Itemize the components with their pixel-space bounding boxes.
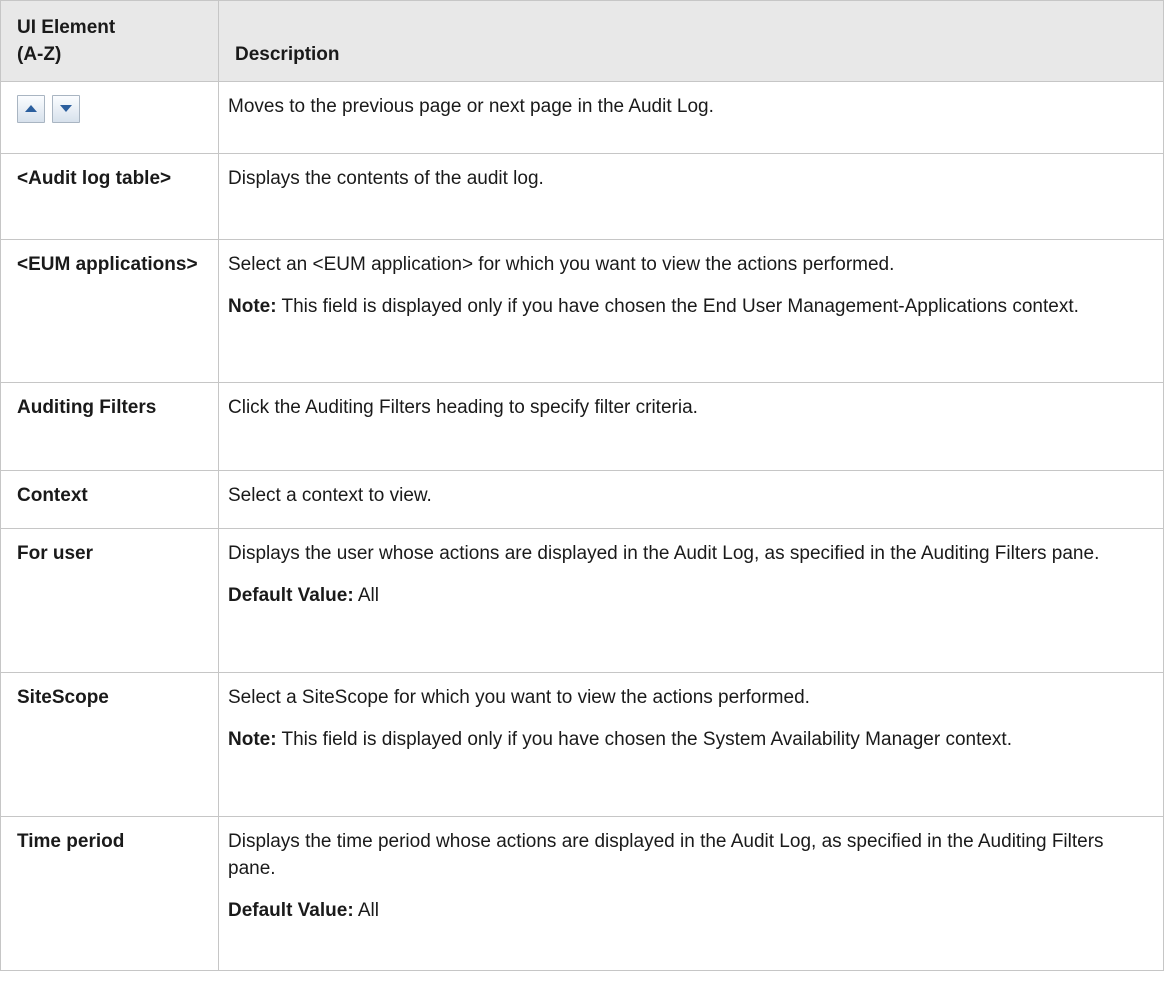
table-row: <Audit log table> Displays the contents … (0, 152, 1164, 240)
previous-page-button[interactable] (17, 94, 45, 123)
row-element-name: <EUM applications> (17, 253, 198, 275)
table-row: SiteScope Select a SiteScope for which y… (0, 671, 1164, 817)
row-description-cell: Click the Auditing Filters heading to sp… (218, 381, 1164, 471)
row-description-cell: Select a context to view. (218, 469, 1164, 529)
row-description: Displays the contents of the audit log. (228, 167, 544, 189)
header-ui-element: UI Element (A-Z) (0, 0, 219, 82)
row-description-cell: Select an <EUM application> for which yo… (218, 238, 1164, 383)
row-element-cell: Context (0, 469, 219, 529)
row-default-value: Default Value: All (228, 898, 1153, 925)
table-row: Auditing Filters Click the Auditing Filt… (0, 381, 1164, 471)
default-value-label: Default Value: (228, 584, 354, 606)
default-value-text: All (353, 584, 380, 606)
header-ui-element-line1: UI Element (17, 17, 116, 38)
row-description-cell: Select a SiteScope for which you want to… (218, 671, 1164, 817)
row-description: Click the Auditing Filters heading to sp… (228, 396, 698, 418)
row-element-cell: SiteScope (0, 671, 219, 817)
row-description: Select a SiteScope for which you want to… (228, 686, 810, 708)
row-element-name: Time period (17, 830, 125, 852)
row-description: Displays the time period whose actions a… (228, 830, 1104, 879)
row-note: Note: This field is displayed only if yo… (228, 294, 1153, 321)
header-ui-element-line2: (A-Z) (17, 43, 62, 65)
row-description-cell: Displays the contents of the audit log. (218, 152, 1164, 240)
row-element-cell: Auditing Filters (0, 381, 219, 471)
table-row: <EUM applications> Select an <EUM applic… (0, 238, 1164, 383)
row-element-cell: <EUM applications> (0, 238, 219, 383)
row-description-cell: Moves to the previous page or next page … (218, 80, 1164, 154)
ui-element-reference-table: UI Element (A-Z) Description Moves to th… (0, 0, 1164, 971)
next-page-button[interactable] (52, 94, 80, 123)
down-arrow-icon (60, 104, 72, 112)
row-element-cell: <Audit log table> (0, 152, 219, 240)
row-default-value: Default Value: All (228, 583, 1153, 610)
table-row: Context Select a context to view. (0, 469, 1164, 529)
up-arrow-icon (25, 104, 37, 112)
row-description: Displays the user whose actions are disp… (228, 542, 1100, 564)
row-element-cell: Time period (0, 815, 219, 971)
note-text: This field is displayed only if you have… (276, 295, 1079, 317)
table-body: Moves to the previous page or next page … (0, 80, 1164, 971)
table-row: For user Displays the user whose actions… (0, 527, 1164, 673)
row-element-name: Context (17, 484, 88, 506)
row-element-cell (0, 80, 219, 154)
header-description: Description (218, 0, 1164, 82)
row-element-name: <Audit log table> (17, 167, 172, 189)
table-row: Moves to the previous page or next page … (0, 80, 1164, 154)
row-description: Moves to the previous page or next page … (228, 95, 714, 117)
row-description-cell: Displays the time period whose actions a… (218, 815, 1164, 971)
row-element-name: SiteScope (17, 686, 109, 708)
note-label: Note: (228, 295, 277, 317)
table-header: UI Element (A-Z) Description (0, 0, 1164, 82)
row-note: Note: This field is displayed only if yo… (228, 727, 1153, 754)
default-value-label: Default Value: (228, 899, 354, 921)
table-row: Time period Displays the time period who… (0, 815, 1164, 971)
row-description-cell: Displays the user whose actions are disp… (218, 527, 1164, 673)
row-description: Select a context to view. (228, 484, 432, 506)
header-row: UI Element (A-Z) Description (0, 0, 1164, 82)
row-element-cell: For user (0, 527, 219, 673)
note-label: Note: (228, 728, 277, 750)
default-value-text: All (353, 899, 380, 921)
row-element-name: For user (17, 542, 94, 564)
row-element-name: Auditing Filters (17, 396, 157, 418)
note-text: This field is displayed only if you have… (276, 728, 1012, 750)
row-description: Select an <EUM application> for which yo… (228, 253, 895, 275)
